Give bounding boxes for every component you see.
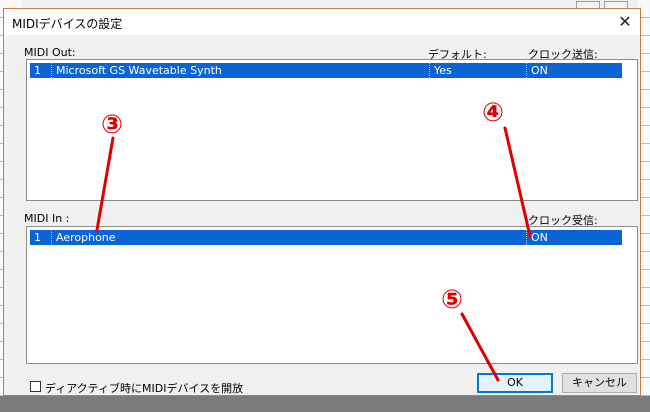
annotation-mark-5: ⑤ <box>441 285 464 315</box>
dialog-title: MIDIデバイスの設定 <box>12 17 123 31</box>
midi-in-list[interactable]: 1 Aerophone ON <box>26 226 638 364</box>
background-bottom-bar <box>0 396 650 412</box>
annotation-mark-4: ④ <box>482 98 505 128</box>
midi-in-label: MIDI In : <box>24 212 70 225</box>
annotation-mark-3: ③ <box>101 110 124 140</box>
close-icon[interactable]: ✕ <box>610 9 640 35</box>
checkbox-box[interactable] <box>30 381 41 392</box>
midi-out-row-selected[interactable]: 1 Microsoft GS Wavetable Synth Yes ON <box>30 63 622 78</box>
cancel-button[interactable]: キャンセル <box>562 373 637 393</box>
midi-out-row-index: 1 <box>30 63 52 78</box>
midi-in-row-index: 1 <box>30 230 52 245</box>
midi-out-row-name: Microsoft GS Wavetable Synth <box>52 63 430 78</box>
dialog-titlebar: MIDIデバイスの設定 ✕ <box>4 9 640 35</box>
midi-device-settings-dialog: MIDIデバイスの設定 ✕ MIDI Out: デフォルト: クロック送信: 1… <box>3 8 641 396</box>
midi-out-label: MIDI Out: <box>24 46 76 59</box>
midi-in-row-selected[interactable]: 1 Aerophone ON <box>30 230 622 245</box>
release-on-deactivate-label: ディアクティブ時にMIDIデバイスを開放 <box>45 382 244 395</box>
midi-out-row-clock: ON <box>531 64 548 77</box>
midi-in-row-clock: ON <box>531 231 548 244</box>
midi-in-row-name: Aerophone <box>52 230 527 245</box>
ok-button[interactable]: OK <box>477 373 553 393</box>
midi-out-row-default: Yes <box>430 63 527 78</box>
